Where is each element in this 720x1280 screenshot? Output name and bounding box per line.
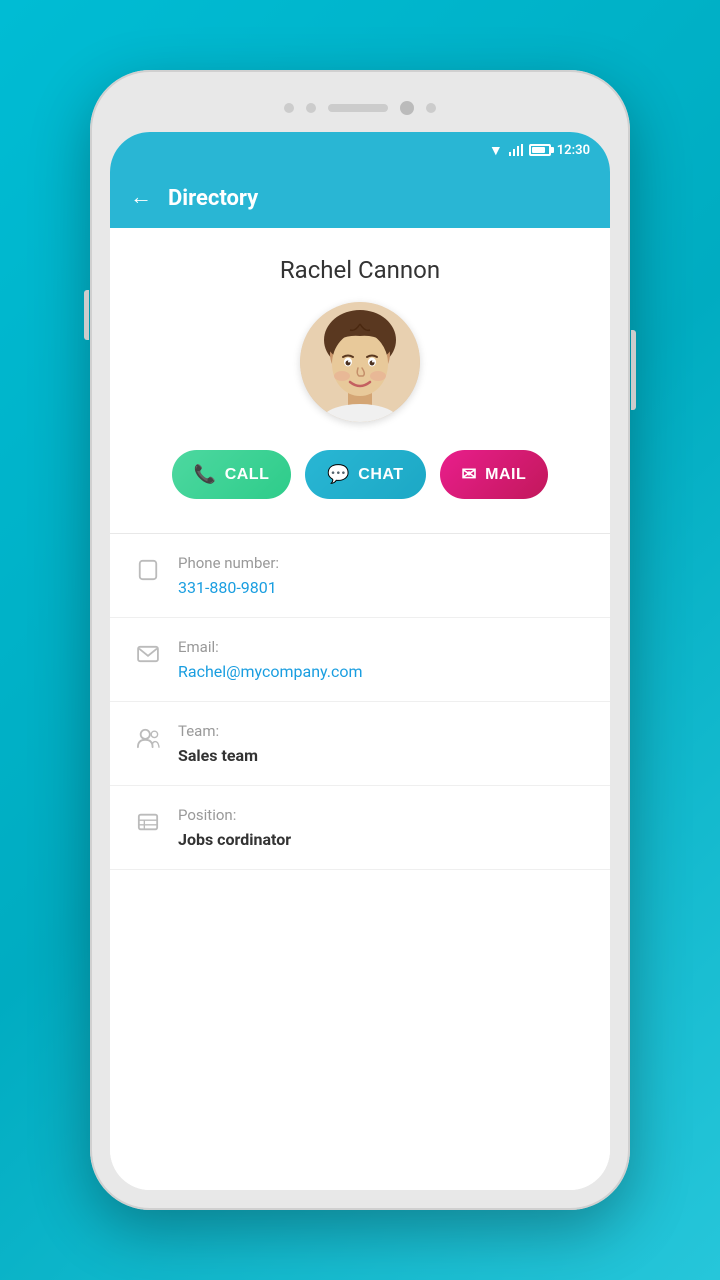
back-button[interactable]: ←: [130, 187, 152, 209]
sensor-dot: [426, 103, 436, 113]
action-buttons: 📞 CALL 💬 CHAT ✉ MAIL: [172, 450, 548, 499]
avatar: [300, 302, 420, 422]
contact-header: Rachel Cannon: [110, 228, 610, 533]
team-info-content: Team: Sales team: [178, 722, 258, 765]
phone-label: Phone number:: [178, 554, 279, 572]
wifi-icon: ▼: [489, 142, 503, 159]
email-icon: [134, 640, 162, 668]
position-value: Jobs cordinator: [178, 830, 291, 849]
position-info-content: Position: Jobs cordinator: [178, 806, 291, 849]
mail-icon: ✉: [462, 464, 478, 485]
page-title: Directory: [168, 186, 258, 211]
led-dot: [284, 103, 294, 113]
avatar-svg: [300, 302, 420, 422]
status-time: 12:30: [557, 143, 590, 158]
mic-dot: [306, 103, 316, 113]
chat-label: CHAT: [358, 466, 403, 484]
mail-button[interactable]: ✉ MAIL: [440, 450, 549, 499]
power-button: [631, 330, 636, 410]
team-label: Team:: [178, 722, 258, 740]
team-icon: [134, 724, 162, 752]
phone-device: ▼ 12:30 ← Directory: [90, 70, 630, 1210]
phone-info-content: Phone number: 331-880-9801: [178, 554, 279, 597]
call-icon: 📞: [194, 464, 217, 485]
battery-fill: [532, 147, 545, 153]
call-button[interactable]: 📞 CALL: [172, 450, 292, 499]
info-section: Phone number: 331-880-9801 Email: Ra: [110, 534, 610, 870]
chat-button[interactable]: 💬 CHAT: [305, 450, 425, 499]
call-label: CALL: [225, 466, 270, 484]
phone-screen: ▼ 12:30 ← Directory: [110, 132, 610, 1190]
signal-icon: [509, 144, 523, 156]
team-value: Sales team: [178, 746, 258, 765]
volume-button: [84, 290, 89, 340]
phone-row[interactable]: Phone number: 331-880-9801: [110, 534, 610, 618]
email-info-content: Email: Rachel@mycompany.com: [178, 638, 363, 681]
mail-label: MAIL: [485, 466, 526, 484]
phone-icon: [134, 556, 162, 584]
front-camera: [400, 101, 414, 115]
main-content: Rachel Cannon: [110, 228, 610, 1190]
speaker-grille: [328, 104, 388, 112]
status-bar: ▼ 12:30: [110, 132, 610, 168]
position-row: Position: Jobs cordinator: [110, 786, 610, 870]
contact-name: Rachel Cannon: [280, 256, 440, 284]
email-value[interactable]: Rachel@mycompany.com: [178, 662, 363, 681]
phone-hardware-top: [110, 90, 610, 126]
email-row[interactable]: Email: Rachel@mycompany.com: [110, 618, 610, 702]
battery-icon: [529, 144, 551, 156]
phone-value[interactable]: 331-880-9801: [178, 578, 279, 597]
email-label: Email:: [178, 638, 363, 656]
position-icon: [134, 808, 162, 836]
app-bar: ← Directory: [110, 168, 610, 228]
position-label: Position:: [178, 806, 291, 824]
chat-icon: 💬: [327, 464, 350, 485]
team-row: Team: Sales team: [110, 702, 610, 786]
status-icons: ▼ 12:30: [489, 142, 590, 159]
